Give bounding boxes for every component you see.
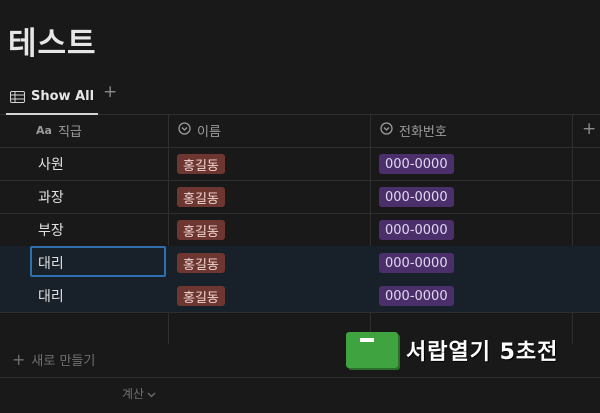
- column-header-phone[interactable]: 전화번호: [380, 114, 447, 147]
- column-label: 이름: [197, 125, 221, 140]
- table-row[interactable]: 과장 홍길동 000-0000: [0, 180, 600, 214]
- rank-cell[interactable]: 사원: [38, 147, 64, 180]
- new-row-button[interactable]: + 새로 만들기: [12, 350, 95, 369]
- name-tag[interactable]: 홍길동: [177, 220, 225, 240]
- column-label: 직급: [57, 125, 82, 140]
- column-header-rank[interactable]: Aa 직급: [36, 114, 82, 147]
- rank-cell[interactable]: 과장: [38, 180, 64, 213]
- new-row-label: 새로 만들기: [31, 354, 96, 369]
- table-row[interactable]: 부장 홍길동 000-0000: [0, 213, 600, 247]
- phone-tag[interactable]: 000-0000: [379, 187, 454, 207]
- table-icon: [10, 90, 25, 103]
- view-tabs: Show All +: [0, 80, 600, 115]
- calculate-label: 계산: [122, 387, 145, 401]
- chevron-down-icon: [147, 387, 156, 401]
- add-column-button[interactable]: +: [582, 119, 596, 139]
- tab-show-all[interactable]: Show All: [6, 80, 99, 115]
- name-tag[interactable]: 홍길동: [177, 286, 225, 306]
- rank-cell[interactable]: 대리: [38, 246, 64, 279]
- select-type-icon: [178, 122, 191, 139]
- column-header-name[interactable]: 이름: [178, 114, 221, 147]
- divider: [0, 377, 600, 378]
- phone-tag[interactable]: 000-0000: [379, 154, 454, 174]
- page-title: 테스트: [8, 26, 97, 62]
- phone-tag[interactable]: 000-0000: [379, 253, 454, 273]
- header-row: Aa 직급 이름 전화번호 +: [0, 114, 600, 148]
- tab-label: Show All: [31, 89, 95, 104]
- rank-cell[interactable]: 대리: [38, 279, 64, 312]
- drawer-icon: [346, 332, 398, 368]
- table-row[interactable]: 사원 홍길동 000-0000: [0, 147, 600, 181]
- rank-cell[interactable]: 부장: [38, 213, 64, 246]
- phone-tag[interactable]: 000-0000: [379, 286, 454, 306]
- name-tag[interactable]: 홍길동: [177, 187, 225, 207]
- promo-text: 서랍열기 5초전: [406, 340, 559, 365]
- plus-icon: +: [12, 350, 26, 369]
- table-row[interactable]: 대리 홍길동 000-0000: [0, 279, 600, 313]
- text-type-icon: Aa: [36, 124, 52, 137]
- drawer-promo-overlay: 서랍열기 5초전: [346, 332, 558, 368]
- name-tag[interactable]: 홍길동: [177, 154, 225, 174]
- select-type-icon: [380, 122, 393, 139]
- name-tag[interactable]: 홍길동: [177, 253, 225, 273]
- column-label: 전화번호: [399, 125, 447, 140]
- table-row[interactable]: 대리 홍길동 000-0000: [0, 246, 600, 280]
- add-view-button[interactable]: +: [103, 82, 117, 102]
- calculate-button[interactable]: 계산: [122, 385, 156, 402]
- phone-tag[interactable]: 000-0000: [379, 220, 454, 240]
